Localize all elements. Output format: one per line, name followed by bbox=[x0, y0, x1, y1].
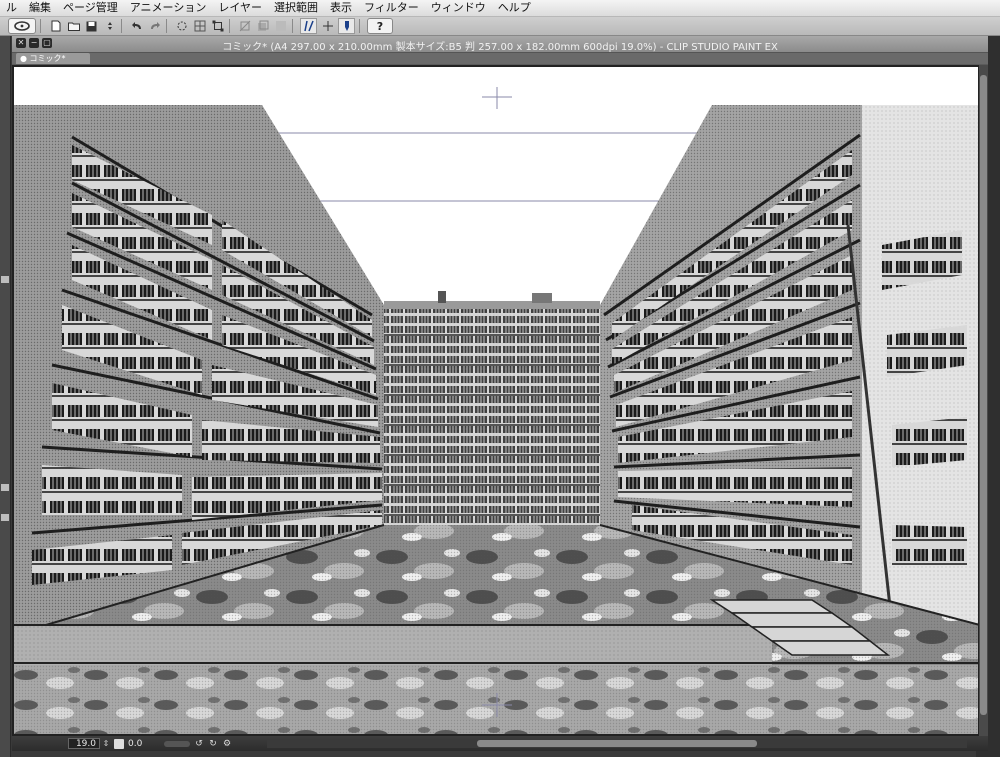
document-title: コミック* (A4 297.00 x 210.00mm 製本サイズ:B5 判 2… bbox=[222, 42, 778, 53]
menu-page-management[interactable]: ページ管理 bbox=[57, 0, 124, 16]
grid-icon[interactable] bbox=[192, 19, 207, 33]
rotate-right-icon[interactable]: ↻ bbox=[208, 739, 218, 749]
menu-selection[interactable]: 選択範囲 bbox=[268, 0, 324, 16]
panel-handle-icon[interactable] bbox=[1, 484, 9, 491]
fit-view-icon[interactable] bbox=[114, 738, 124, 749]
layer-icon[interactable] bbox=[255, 19, 270, 33]
command-bar: ? bbox=[0, 17, 1000, 36]
redo-icon[interactable] bbox=[147, 19, 162, 33]
tab-comic[interactable]: ● コミック* bbox=[16, 53, 90, 64]
toolbar-separator bbox=[40, 19, 41, 33]
status-bar: 19.0 ⇕ 0.0 ↺ ↻ ⚙ bbox=[12, 736, 988, 751]
vertical-scrollbar[interactable] bbox=[979, 65, 988, 736]
menu-file[interactable]: ル bbox=[0, 0, 23, 16]
rotation-slider[interactable] bbox=[164, 740, 190, 747]
menu-view[interactable]: 表示 bbox=[324, 0, 358, 16]
menu-animation[interactable]: アニメーション bbox=[124, 0, 213, 16]
document-tab-bar: ● コミック* bbox=[12, 53, 988, 64]
fill-icon[interactable] bbox=[273, 19, 288, 33]
help-icon[interactable]: ? bbox=[367, 18, 393, 34]
horizontal-scroll-thumb[interactable] bbox=[477, 740, 757, 747]
toolbar-separator bbox=[121, 19, 122, 33]
horizontal-scrollbar[interactable] bbox=[267, 739, 967, 748]
document-window: ✕ − ▢ コミック* (A4 297.00 x 210.00mm 製本サイズ:… bbox=[12, 36, 988, 751]
menu-window[interactable]: ウィンドウ bbox=[425, 0, 492, 16]
pen-icon[interactable] bbox=[338, 18, 355, 34]
menu-layer[interactable]: レイヤー bbox=[212, 0, 268, 16]
undo-icon[interactable] bbox=[129, 19, 144, 33]
document-titlebar: ✕ − ▢ コミック* (A4 297.00 x 210.00mm 製本サイズ:… bbox=[12, 36, 988, 53]
zoom-input[interactable]: 19.0 bbox=[68, 738, 100, 749]
panel-handle-icon[interactable] bbox=[1, 276, 9, 283]
select-icon[interactable] bbox=[237, 19, 252, 33]
vertical-scroll-thumb[interactable] bbox=[980, 75, 987, 715]
transform-icon[interactable] bbox=[210, 19, 225, 33]
panel-handle-icon[interactable] bbox=[1, 514, 9, 521]
new-file-icon[interactable] bbox=[48, 19, 63, 33]
left-panel-strip bbox=[0, 36, 11, 757]
rotation-angle-value[interactable]: 0.0 bbox=[128, 739, 158, 749]
toolbar-separator bbox=[359, 19, 360, 33]
snap-icon[interactable] bbox=[320, 19, 335, 33]
tab-comic-label: コミック* bbox=[29, 54, 66, 63]
clear-icon[interactable] bbox=[174, 19, 189, 33]
reset-rotation-icon[interactable]: ⚙ bbox=[222, 739, 232, 749]
save-options-icon[interactable] bbox=[102, 19, 117, 33]
app-logo-icon[interactable] bbox=[8, 18, 36, 34]
toolbar-separator bbox=[229, 19, 230, 33]
menu-filter[interactable]: フィルター bbox=[358, 0, 425, 16]
toolbar-separator bbox=[292, 19, 293, 33]
rotate-left-icon[interactable]: ↺ bbox=[194, 739, 204, 749]
toolbar-separator bbox=[166, 19, 167, 33]
ruler-icon[interactable] bbox=[300, 18, 317, 34]
open-folder-icon[interactable] bbox=[66, 19, 81, 33]
manga-artwork bbox=[12, 65, 980, 736]
canvas-area[interactable] bbox=[12, 65, 988, 736]
save-icon[interactable] bbox=[84, 19, 99, 33]
zoom-stepper-icon[interactable]: ⇕ bbox=[102, 738, 110, 749]
menu-bar: ル 編集 ページ管理 アニメーション レイヤー 選択範囲 表示 フィルター ウィ… bbox=[0, 0, 1000, 17]
menu-help[interactable]: ヘルプ bbox=[492, 0, 537, 16]
menu-edit[interactable]: 編集 bbox=[23, 0, 57, 16]
